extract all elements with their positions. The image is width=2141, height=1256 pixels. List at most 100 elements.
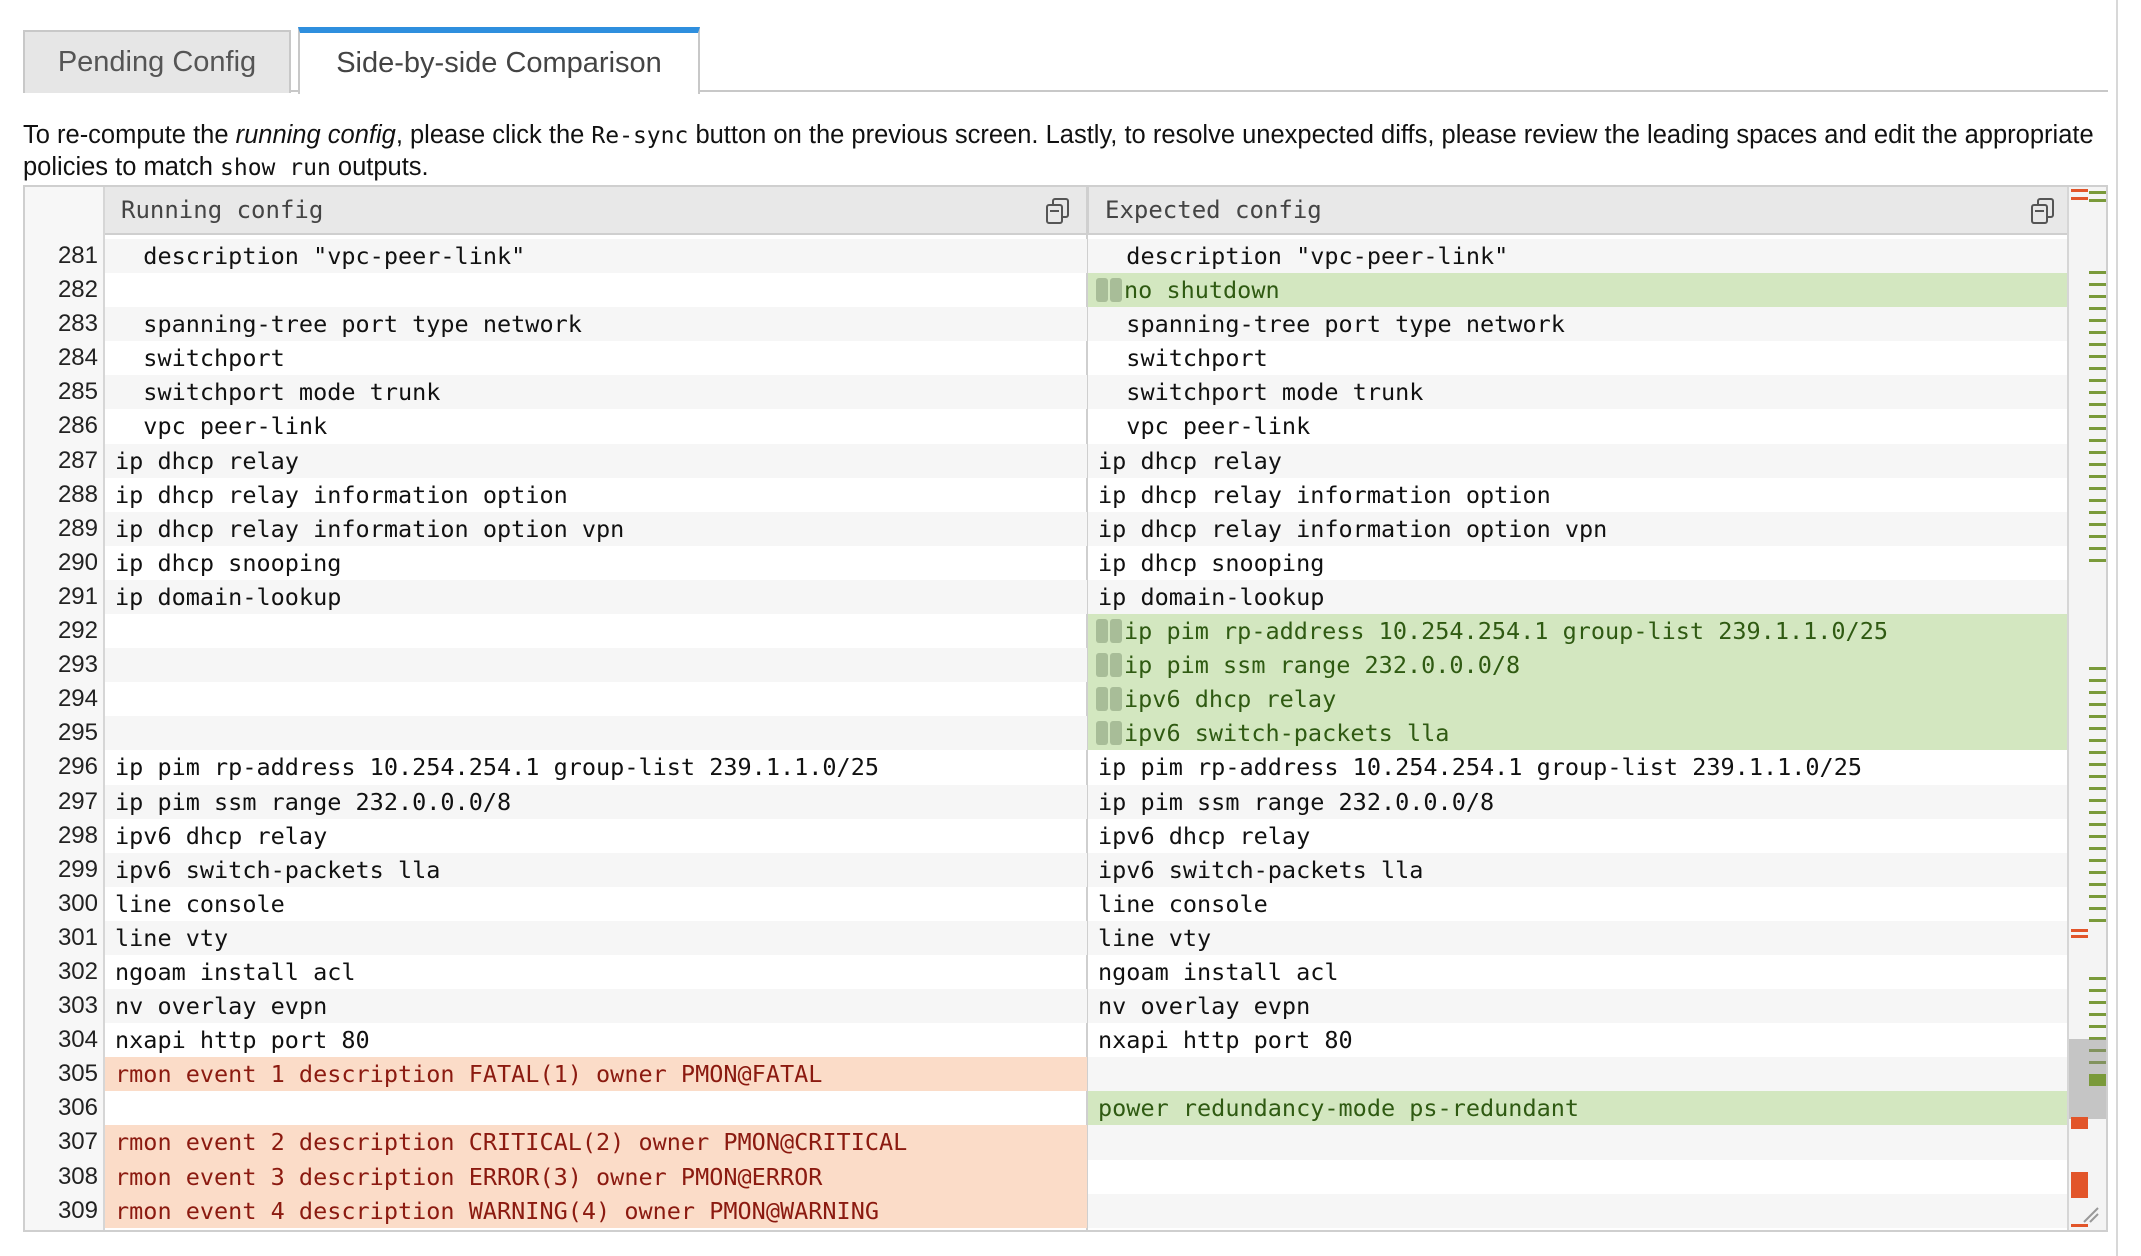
added-marker [2089,439,2106,442]
config-text: ipv6 dhcp relay [1124,685,1337,714]
added-marker [2089,703,2106,706]
config-text: ip pim rp-address 10.254.254.1 group-lis… [1124,617,1889,646]
running-config-line: switchport [105,341,1087,375]
added-marker [2089,823,2106,826]
config-text: ip dhcp relay information option [1098,480,1551,509]
running-config-line: ip dhcp relay information option vpn [105,511,1087,546]
page-scrollbar[interactable] [2116,0,2118,1256]
expected-config-line: ipv6 dhcp relay [1088,682,2071,717]
line-number: 295 [57,719,98,747]
added-marker [2089,989,2106,992]
expected-config-line: power redundancy-mode ps-redundant [1088,1091,2071,1126]
diff-row: 307 rmon event 2 description CRITICAL(2) … [25,1125,2071,1160]
added-marker [2089,451,2106,454]
diff-row: 284 switchport switchport [25,341,2071,375]
running-config-line: nxapi http port 80 [105,1023,1087,1057]
added-marker [2089,511,2106,514]
config-text: ip pim rp-address 10.254.254.1 group-lis… [1098,753,1863,782]
added-marker [2089,403,2106,406]
added-marker [2089,271,2106,274]
config-text: ngoam install acl [115,957,356,986]
diff-row: 299 ipv6 switch-packets lla ipv6 switch-pa… [25,852,2071,887]
tab-side-by-side-comparison[interactable]: Side-by-side Comparison [298,27,700,94]
copy-icon[interactable] [1044,197,1072,225]
config-text: ip dhcp snooping [1098,548,1325,577]
config-text: switchport [1098,344,1268,373]
added-marker [2089,499,2106,502]
added-marker [2089,475,2106,478]
instructions-text: To re-compute the running config, please… [23,120,2113,184]
expected-config-line: ip dhcp relay information option vpn [1088,511,2071,546]
diff-row: 289 ip dhcp relay information option vpn i… [25,511,2071,546]
expected-config-line: ip dhcp relay [1088,443,2071,478]
config-text: rmon event 1 description FATAL(1) owner … [115,1060,823,1089]
running-config-line: rmon event 3 description ERROR(3) owner … [105,1159,1087,1194]
running-config-line: spanning-tree port type network [105,307,1087,342]
line-number: 307 [57,1128,98,1156]
config-text: line vty [115,923,229,952]
running-config-line: ip pim ssm range 232.0.0.0/8 [105,784,1087,819]
added-marker [2089,739,2106,742]
line-number: 299 [57,855,98,883]
added-marker [2089,523,2106,526]
config-text: description "vpc-peer-link" [115,242,526,270]
expected-config-line: description "vpc-peer-link" [1088,239,2071,274]
config-text: ipv6 switch-packets lla [115,855,441,884]
added-marker [2089,559,2106,562]
added-marker [2089,199,2106,202]
expected-config-line: ip pim ssm range 232.0.0.0/8 [1088,784,2071,819]
diff-row: 303 nv overlay evpn nv overlay evpn [25,989,2071,1024]
running-config-header: Running config [105,187,1086,235]
tab-pending-config[interactable]: Pending Config [23,30,291,93]
expected-config-line: no shutdown [1088,273,2071,308]
whitespace-marker [1096,687,1108,712]
expected-config-line: spanning-tree port type network [1088,307,2071,342]
added-marker [2089,691,2106,694]
config-text: spanning-tree port type network [115,310,582,339]
running-config-line [105,1091,1087,1125]
running-config-line: ip dhcp relay information option [105,478,1087,512]
added-marker [2089,319,2106,322]
diff-rows: 280interface port-channel500interface po… [25,229,2071,1228]
diff-row: 290 ip dhcp snooping ip dhcp snooping [25,546,2071,580]
resize-grip-icon[interactable] [2080,1204,2100,1224]
expected-config-line: ip pim rp-address 10.254.254.1 group-lis… [1088,614,2071,649]
added-marker [2089,811,2106,814]
copy-icon[interactable] [2029,197,2057,225]
line-number: 291 [57,582,98,610]
config-text: nv overlay evpn [1098,992,1311,1021]
config-text: description "vpc-peer-link" [1098,242,1509,270]
running-config-line: vpc peer-link [105,409,1087,443]
whitespace-marker [1096,278,1108,303]
expected-config-line: ip domain-lookup [1088,579,2071,615]
diff-row: 304 nxapi http port 80 nxapi http port 80 [25,1023,2071,1057]
running-config-line [105,648,1087,683]
added-marker [2089,379,2106,382]
line-number: 290 [57,548,98,576]
expected-config-line: switchport [1088,341,2071,375]
added-marker [2089,859,2106,862]
added-marker [2089,307,2106,310]
added-marker [2089,355,2106,358]
overview-ruler[interactable] [2067,187,2106,1230]
running-config-line: ipv6 dhcp relay [105,819,1087,853]
line-number: 289 [57,514,98,542]
added-marker [2089,547,2106,550]
diff-row: 294 ipv6 dhcp relay [25,682,2071,717]
expected-config-line: ngoam install acl [1088,955,2071,989]
added-marker [2089,295,2106,298]
added-marker [2089,883,2106,886]
whitespace-marker [1096,653,1108,678]
diff-row: 287 ip dhcp relay ip dhcp relay [25,443,2071,478]
instructions-part: , please click the [395,121,592,149]
diff-row: 292 ip pim rp-address 10.254.254.1 group-… [25,614,2071,649]
line-number: 309 [57,1196,98,1224]
removed-marker [2071,1224,2088,1227]
whitespace-marker [1110,278,1122,303]
added-marker [2089,667,2106,670]
config-text: ip pim ssm range 232.0.0.0/8 [1124,651,1521,680]
running-config-line: ip domain-lookup [105,579,1087,615]
added-marker [2089,367,2106,370]
line-number: 286 [57,412,98,440]
config-text: power redundancy-mode ps-redundant [1098,1094,1580,1123]
